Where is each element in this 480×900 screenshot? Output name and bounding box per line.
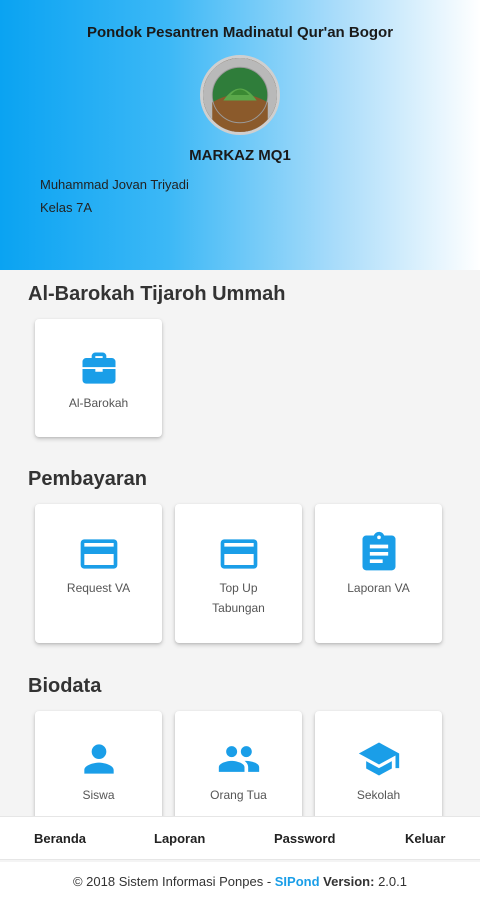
menu-card-top-up-tabungan[interactable]: Top Up Tabungan bbox=[175, 504, 302, 643]
student-name: Muhammad Jovan Triyadi bbox=[40, 177, 189, 192]
credit-card-icon bbox=[77, 532, 121, 576]
menu-card-sekolah[interactable]: Sekolah bbox=[315, 711, 442, 821]
school-logo bbox=[200, 55, 280, 135]
bottom-nav: Beranda Laporan Password Keluar bbox=[0, 816, 480, 860]
clipboard-icon bbox=[357, 530, 401, 574]
menu-card-al-barokah[interactable]: Al-Barokah bbox=[35, 319, 162, 437]
briefcase-icon bbox=[77, 347, 121, 391]
nav-password[interactable]: Password bbox=[274, 831, 335, 846]
nav-laporan[interactable]: Laporan bbox=[154, 831, 205, 846]
menu-card-request-va[interactable]: Request VA bbox=[35, 504, 162, 643]
footer-brand: SIPond bbox=[274, 874, 320, 889]
card-label: Top Up Tabungan bbox=[212, 581, 265, 615]
section-title-pembayaran: Pembayaran bbox=[28, 468, 147, 490]
nav-beranda[interactable]: Beranda bbox=[34, 831, 86, 846]
markaz-title: MARKAZ MQ1 bbox=[189, 147, 291, 164]
profile-header: Pondok Pesantren Madinatul Qur'an Bogor … bbox=[0, 0, 480, 270]
card-label: Al-Barokah bbox=[68, 396, 129, 410]
student-class: Kelas 7A bbox=[40, 200, 93, 215]
card-label: Orang Tua bbox=[210, 788, 267, 802]
person-icon bbox=[77, 737, 121, 781]
card-label: Siswa bbox=[82, 788, 115, 802]
people-icon bbox=[217, 737, 261, 781]
credit-card-icon bbox=[217, 532, 261, 576]
footer-copyright: © 2018 Sistem Informasi Ponpes - bbox=[72, 874, 275, 889]
menu-card-siswa[interactable]: Siswa bbox=[35, 711, 162, 821]
card-label: Request VA bbox=[66, 581, 131, 595]
footer: © 2018 Sistem Informasi Ponpes - SIPond … bbox=[0, 862, 480, 900]
footer-version: 2.0.1 bbox=[374, 874, 407, 889]
menu-card-orang-tua[interactable]: Orang Tua bbox=[175, 711, 302, 821]
nav-keluar[interactable]: Keluar bbox=[405, 831, 445, 846]
menu-card-laporan-va[interactable]: Laporan VA bbox=[315, 504, 442, 643]
card-label: Laporan VA bbox=[347, 581, 410, 595]
school-name: Pondok Pesantren Madinatul Qur'an Bogor bbox=[86, 24, 394, 41]
card-label: Sekolah bbox=[356, 788, 401, 802]
graduation-cap-icon bbox=[357, 737, 401, 781]
section-title-biodata: Biodata bbox=[28, 675, 102, 697]
footer-version-label: Version: bbox=[319, 874, 375, 889]
section-title-barokah: Al-Barokah Tijaroh Ummah bbox=[28, 283, 286, 305]
